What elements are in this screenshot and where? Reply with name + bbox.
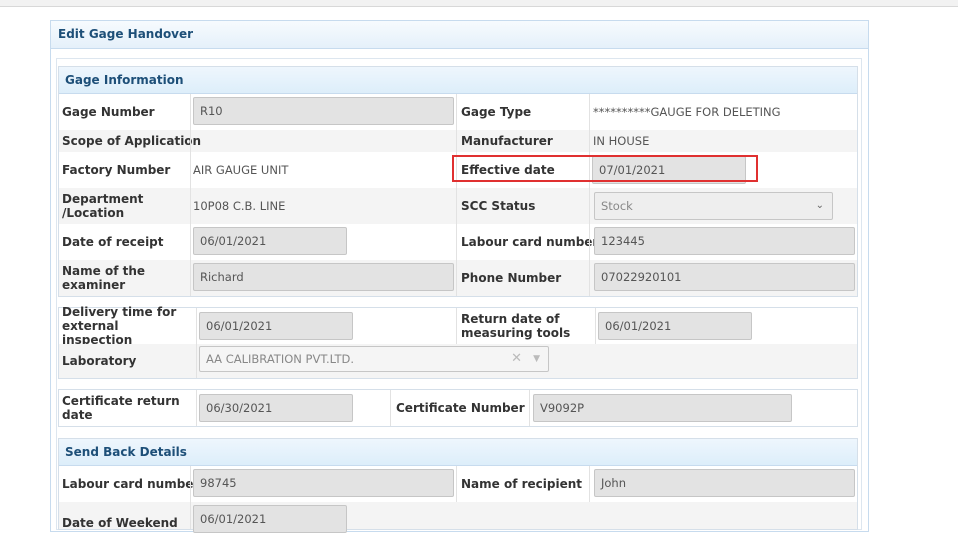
label-gage-type: Gage Type (461, 105, 532, 119)
label-send-back-labour-card: Labour card number (62, 477, 200, 491)
section-title-send-back-details: Send Back Details (59, 439, 857, 466)
section-title-gage-information: Gage Information (59, 67, 857, 94)
date-of-receipt-field[interactable]: 06/01/2021 (193, 227, 347, 255)
chevron-down-icon: ⌄ (815, 200, 824, 211)
column-divider (456, 94, 457, 296)
column-divider (456, 466, 457, 502)
row-date-receipt: Date of receipt 06/01/2021 Labour card n… (59, 224, 857, 260)
label-gage-number: Gage Number (62, 105, 155, 119)
column-divider (390, 390, 391, 426)
scc-status-value: Stock (601, 199, 633, 213)
certificate-section: Certificate return date 06/30/2021 Certi… (58, 389, 858, 427)
column-divider (190, 466, 191, 529)
label-department-location: Department /Location (62, 192, 144, 220)
partial-date-field[interactable]: 06/01/2021 (193, 505, 347, 533)
label-labour-card-number: Labour card number (461, 235, 599, 249)
laboratory-value: AA CALIBRATION PVT.LTD. (206, 352, 354, 366)
caret-down-icon[interactable]: ▼ (533, 347, 540, 371)
label-name-of-examiner: Name of the examiner (62, 264, 146, 292)
label-certificate-return-date: Certificate return date (62, 394, 180, 422)
label-delivery-time: Delivery time for external inspection (62, 305, 177, 347)
clear-x-icon[interactable]: ✕ (511, 347, 522, 371)
gage-type-value: **********GAUGE FOR DELETING (593, 105, 781, 119)
column-divider (456, 308, 457, 344)
label-return-date-tools: Return date of measuring tools (461, 312, 571, 340)
send-back-details-section: Send Back Details Labour card number 987… (58, 438, 858, 533)
row-gage-number: Gage Number R10 Gage Type **********GAUG… (59, 94, 857, 130)
column-divider (589, 466, 590, 502)
label-manufacturer: Manufacturer (461, 134, 553, 148)
column-divider (529, 390, 530, 426)
row-department: Department /Location 10P08 C.B. LINE SCC… (59, 188, 857, 224)
label-partial-row: Date of Weekend (62, 516, 178, 530)
phone-number-field[interactable]: 07022920101 (594, 263, 855, 291)
label-factory-number: Factory Number (62, 163, 171, 177)
scc-status-select[interactable]: Stock ⌄ (594, 192, 833, 220)
gage-number-field[interactable]: R10 (193, 97, 454, 125)
column-divider (190, 94, 191, 296)
label-name-of-recipient: Name of recipient (461, 477, 583, 491)
row-examiner: Name of the examiner Richard Phone Numbe… (59, 260, 857, 296)
panel-title: Edit Gage Handover (51, 21, 868, 49)
row-delivery-return: Delivery time for external inspection 06… (59, 305, 857, 347)
send-back-labour-card-field[interactable]: 98745 (193, 469, 454, 497)
delivery-time-field[interactable]: 06/01/2021 (199, 312, 353, 340)
label-scc-status: SCC Status (461, 199, 536, 213)
label-phone-number: Phone Number (461, 271, 562, 285)
laboratory-select[interactable]: AA CALIBRATION PVT.LTD. ✕ ▼ (199, 346, 549, 372)
column-divider (196, 308, 197, 378)
label-date-of-receipt: Date of receipt (62, 235, 164, 249)
column-divider (589, 94, 590, 296)
examiner-name-field[interactable]: Richard (193, 263, 454, 291)
browser-top-strip (0, 0, 958, 7)
external-inspection-section: Delivery time for external inspection 06… (58, 305, 858, 379)
labour-card-number-field[interactable]: 123445 (594, 227, 855, 255)
row-send-back-labour: Labour card number 98745 Name of recipie… (59, 466, 857, 502)
effective-date-highlight-box (452, 155, 758, 182)
return-date-tools-field[interactable]: 06/01/2021 (598, 312, 752, 340)
label-laboratory: Laboratory (62, 354, 137, 368)
certificate-number-field[interactable]: V9092P (533, 394, 792, 422)
row-laboratory: Laboratory AA CALIBRATION PVT.LTD. ✕ ▼ (59, 344, 857, 378)
department-value: 10P08 C.B. LINE (193, 199, 286, 213)
column-divider (595, 308, 596, 344)
certificate-return-date-field[interactable]: 06/30/2021 (199, 394, 353, 422)
factory-number-value: AIR GAUGE UNIT (193, 163, 289, 177)
row-scope: Scope of Application Manufacturer IN HOU… (59, 130, 857, 152)
label-certificate-number: Certificate Number (396, 401, 525, 415)
manufacturer-value: IN HOUSE (593, 134, 650, 148)
column-divider (196, 390, 197, 426)
label-scope-of-application: Scope of Application (62, 134, 202, 148)
recipient-name-field[interactable]: John (594, 469, 855, 497)
